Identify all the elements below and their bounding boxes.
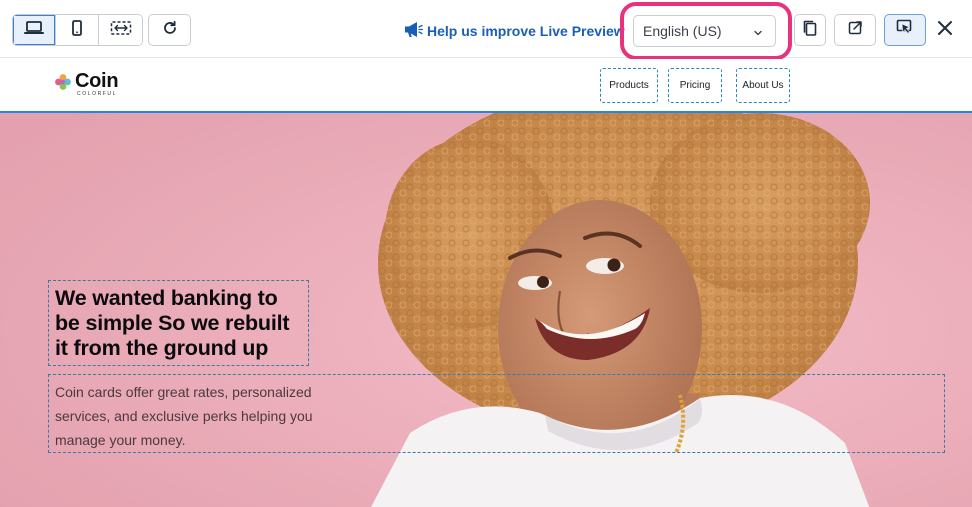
logo-tagline: COLORFUL	[77, 91, 118, 97]
device-toggle-group	[12, 14, 143, 46]
nav-item-label: About Us	[742, 80, 784, 91]
close-button[interactable]	[934, 19, 956, 41]
desktop-view-button[interactable]	[13, 15, 56, 45]
nav-item-label: Products	[609, 80, 649, 91]
hero-title-block[interactable]: We wanted banking to be simple So we reb…	[48, 280, 309, 366]
laptop-icon	[24, 20, 44, 41]
nav-item-pricing[interactable]: Pricing	[668, 68, 722, 103]
logo-name: Coin	[75, 70, 119, 92]
hero-title: We wanted banking to be simple So we reb…	[55, 286, 290, 360]
mobile-icon	[71, 19, 83, 41]
site-logo[interactable]: Coin COLORFUL	[54, 70, 119, 97]
chevron-down-icon	[753, 25, 763, 41]
external-link-icon	[848, 20, 863, 40]
hero-section: We wanted banking to be simple So we reb…	[0, 111, 972, 507]
help-link-label: Help us improve Live Preview	[427, 23, 625, 39]
refresh-icon	[162, 20, 178, 41]
copy-button[interactable]	[794, 14, 826, 46]
language-select-value: English (US)	[643, 23, 722, 39]
flower-logo-icon	[54, 73, 72, 96]
responsive-view-button[interactable]	[99, 15, 142, 45]
close-icon	[937, 20, 953, 41]
resize-width-icon	[110, 20, 132, 41]
select-mode-button[interactable]	[884, 14, 926, 46]
site-header: Coin COLORFUL Products Pricing About Us	[0, 59, 972, 111]
hero-description: Coin cards offer great rates, personaliz…	[55, 384, 313, 448]
mobile-view-button[interactable]	[56, 15, 99, 45]
refresh-button[interactable]	[148, 14, 191, 46]
copy-icon	[802, 19, 818, 42]
megaphone-icon	[404, 21, 427, 41]
nav-item-about-us[interactable]: About Us	[736, 68, 790, 103]
cursor-select-icon	[896, 19, 914, 42]
live-preview-toolbar: Help us improve Live Preview English (US…	[0, 0, 972, 60]
open-in-new-tab-button[interactable]	[834, 14, 876, 46]
language-select[interactable]: English (US)	[633, 15, 776, 47]
nav-item-label: Pricing	[679, 80, 711, 91]
hero-description-block[interactable]: Coin cards offer great rates, personaliz…	[48, 374, 945, 453]
nav-item-products[interactable]: Products	[600, 68, 658, 103]
help-improve-link[interactable]: Help us improve Live Preview	[404, 21, 625, 41]
